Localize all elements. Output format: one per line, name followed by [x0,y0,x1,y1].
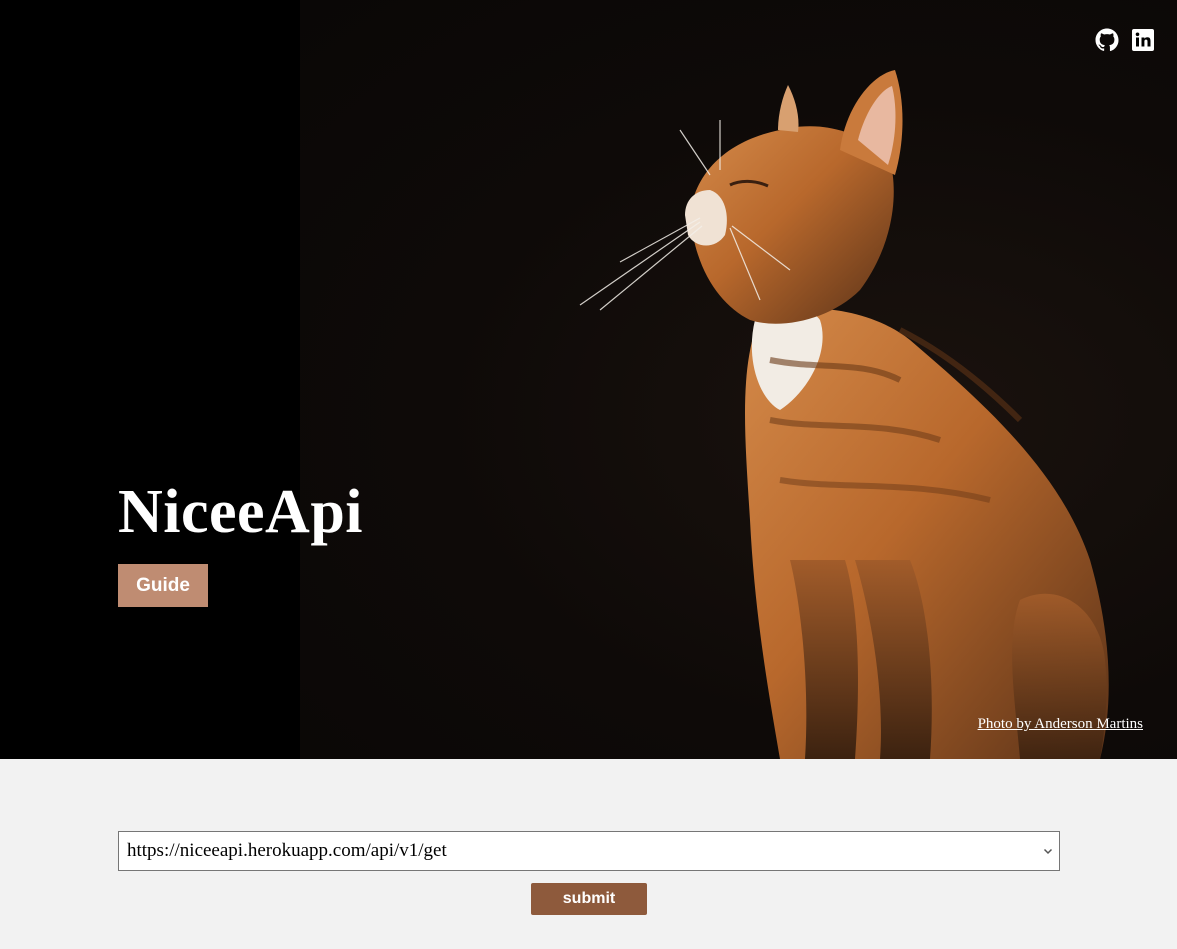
social-links [1095,28,1155,52]
photo-credit-link[interactable]: Photo by Anderson Martins [978,716,1143,733]
guide-button[interactable]: Guide [118,564,208,607]
github-icon [1095,28,1119,52]
github-link[interactable] [1095,28,1119,52]
cat-illustration [579,70,1109,759]
endpoint-select-value: https://niceeapi.herokuapp.com/api/v1/ge… [127,840,447,861]
brand-title: NiceeApi [118,478,364,546]
request-form: https://niceeapi.herokuapp.com/api/v1/ge… [0,759,1177,949]
hero-left-band [0,0,300,759]
hero-cat-photo [300,0,1177,759]
linkedin-link[interactable] [1131,28,1155,52]
chevron-down-icon [1043,848,1053,855]
hero-section: NiceeApi Guide Photo by Anderson Martins [0,0,1177,759]
endpoint-select[interactable]: https://niceeapi.herokuapp.com/api/v1/ge… [118,831,1060,871]
linkedin-icon [1132,29,1154,51]
submit-button[interactable]: submit [531,883,647,915]
